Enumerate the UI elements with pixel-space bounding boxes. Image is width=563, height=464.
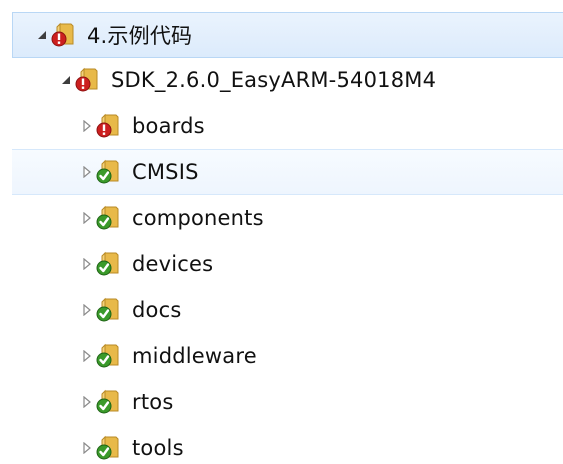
collapsed-triangle-icon[interactable] — [80, 165, 94, 179]
tree-item-components[interactable]: components — [12, 195, 563, 241]
tree-item-tools[interactable]: tools — [12, 425, 563, 464]
tree-item-devices[interactable]: devices — [12, 241, 563, 287]
folder-ok-icon — [96, 251, 122, 277]
collapsed-triangle-icon[interactable] — [80, 303, 94, 317]
tree-item-label: middleware — [132, 344, 257, 368]
folder-ok-icon — [96, 205, 122, 231]
collapsed-triangle-icon[interactable] — [80, 119, 94, 133]
tree-item-rtos[interactable]: rtos — [12, 379, 563, 425]
tree-item-label: docs — [132, 298, 182, 322]
folder-conflict-icon — [75, 67, 101, 93]
tree-item-label: 4.示例代码 — [87, 24, 193, 48]
tree-item-cmsis[interactable]: CMSIS — [12, 149, 563, 195]
folder-tree: 4.示例代码 SDK_2.6.0_EasyARM-54018M4 boards … — [0, 0, 563, 464]
folder-ok-icon — [96, 389, 122, 415]
tree-item-label: devices — [132, 252, 214, 276]
tree-item-label: components — [132, 206, 264, 230]
expanded-triangle-icon[interactable] — [59, 73, 73, 87]
tree-item-boards[interactable]: boards — [12, 103, 563, 149]
folder-ok-icon — [96, 297, 122, 323]
tree-item-label: SDK_2.6.0_EasyARM-54018M4 — [111, 68, 437, 92]
collapsed-triangle-icon[interactable] — [80, 211, 94, 225]
tree-item-label: boards — [132, 114, 205, 138]
collapsed-triangle-icon[interactable] — [80, 395, 94, 409]
tree-item-root[interactable]: 4.示例代码 — [12, 12, 563, 58]
expanded-triangle-icon[interactable] — [35, 28, 49, 42]
collapsed-triangle-icon[interactable] — [80, 441, 94, 455]
folder-conflict-icon — [51, 22, 77, 48]
tree-item-label: CMSIS — [132, 160, 199, 184]
collapsed-triangle-icon[interactable] — [80, 257, 94, 271]
collapsed-triangle-icon[interactable] — [80, 349, 94, 363]
folder-ok-icon — [96, 343, 122, 369]
tree-item-docs[interactable]: docs — [12, 287, 563, 333]
tree-item-label: rtos — [132, 390, 174, 414]
tree-item-label: tools — [132, 436, 184, 460]
tree-item-middleware[interactable]: middleware — [12, 333, 563, 379]
tree-item-project[interactable]: SDK_2.6.0_EasyARM-54018M4 — [12, 57, 563, 103]
folder-conflict-icon — [96, 113, 122, 139]
folder-ok-icon — [96, 435, 122, 461]
folder-ok-icon — [96, 159, 122, 185]
